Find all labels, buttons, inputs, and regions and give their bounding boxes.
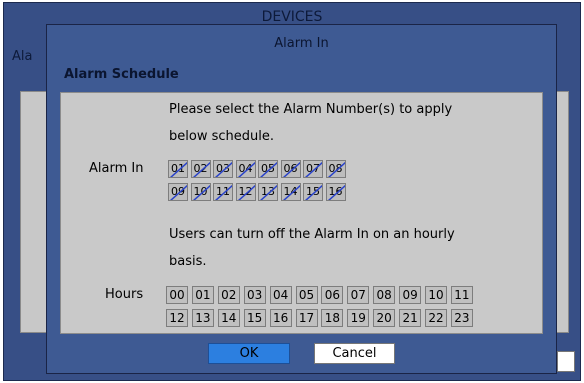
- hourly-line-2: basis.: [169, 254, 207, 269]
- alarm-checkbox[interactable]: 09: [168, 183, 188, 201]
- slash-icon: [304, 184, 322, 200]
- slash-icon: [237, 161, 255, 177]
- alarm-checkbox[interactable]: 15: [303, 183, 323, 201]
- hour-toggle[interactable]: 02: [217, 286, 240, 304]
- hour-toggle[interactable]: 01: [191, 286, 214, 304]
- instruction-line-2: below schedule.: [169, 129, 274, 144]
- hour-toggle[interactable]: 21: [399, 309, 422, 327]
- alarm-checkbox[interactable]: 03: [213, 160, 233, 178]
- alarm-in-dialog: Alarm In Alarm Schedule Please select th…: [46, 24, 557, 374]
- hour-toggle[interactable]: 10: [425, 286, 447, 304]
- slash-icon: [304, 161, 322, 177]
- slash-icon: [282, 184, 300, 200]
- hour-toggle[interactable]: 12: [166, 309, 188, 327]
- slash-icon: [169, 184, 187, 200]
- slash-icon: [259, 161, 277, 177]
- slash-icon: [192, 161, 210, 177]
- dialog-title: Alarm In: [274, 36, 329, 51]
- hour-toggle[interactable]: 15: [243, 309, 266, 327]
- hour-toggle[interactable]: 20: [373, 309, 396, 327]
- slash-icon: [214, 184, 232, 200]
- hour-toggle[interactable]: 07: [347, 286, 370, 304]
- hour-toggle[interactable]: 06: [321, 286, 344, 304]
- slash-icon: [259, 184, 277, 200]
- hour-toggle[interactable]: 00: [166, 286, 188, 304]
- cancel-button[interactable]: Cancel: [314, 343, 395, 364]
- slash-icon: [282, 161, 300, 177]
- hour-toggle[interactable]: 05: [295, 286, 318, 304]
- alarm-checkbox[interactable]: 06: [280, 160, 301, 178]
- hours-label: Hours: [105, 287, 144, 302]
- slash-icon: [237, 184, 255, 200]
- alarm-checkbox[interactable]: 07: [303, 160, 323, 178]
- background-title: DEVICES: [261, 9, 323, 25]
- alarm-checkbox[interactable]: 02: [190, 160, 211, 178]
- hour-toggle[interactable]: 17: [295, 309, 318, 327]
- hour-toggle[interactable]: 23: [450, 309, 473, 327]
- hour-toggle[interactable]: 04: [269, 286, 292, 304]
- hour-toggle[interactable]: 13: [191, 309, 214, 327]
- alarm-checkbox[interactable]: 12: [235, 183, 256, 201]
- hour-toggle[interactable]: 11: [450, 286, 473, 304]
- hour-toggle[interactable]: 08: [373, 286, 396, 304]
- ok-button[interactable]: OK: [208, 343, 290, 364]
- alarm-in-label: Alarm In: [89, 161, 144, 176]
- hour-toggle[interactable]: 14: [217, 309, 240, 327]
- background-left-label: Ala: [12, 49, 33, 64]
- slash-icon: [327, 184, 345, 200]
- hourly-line-1: Users can turn off the Alarm In on an ho…: [169, 227, 455, 242]
- alarm-checkbox[interactable]: 14: [280, 183, 301, 201]
- alarm-checkbox[interactable]: 13: [258, 183, 278, 201]
- slash-icon: [192, 184, 210, 200]
- schedule-panel: Please select the Alarm Number(s) to app…: [60, 92, 543, 334]
- hour-toggle[interactable]: 18: [321, 309, 344, 327]
- hour-toggle[interactable]: 16: [269, 309, 292, 327]
- slash-icon: [214, 161, 232, 177]
- alarm-checkbox[interactable]: 01: [168, 160, 188, 178]
- slash-icon: [169, 161, 187, 177]
- slash-icon: [327, 161, 345, 177]
- alarm-checkbox[interactable]: 10: [190, 183, 211, 201]
- alarm-checkbox[interactable]: 05: [258, 160, 278, 178]
- section-title: Alarm Schedule: [64, 67, 179, 82]
- hour-toggle[interactable]: 03: [243, 286, 266, 304]
- alarm-checkbox[interactable]: 11: [213, 183, 233, 201]
- instruction-line-1: Please select the Alarm Number(s) to app…: [169, 102, 453, 117]
- alarm-checkbox[interactable]: 16: [325, 183, 346, 201]
- background-button[interactable]: [557, 351, 575, 372]
- alarm-checkbox[interactable]: 08: [325, 160, 346, 178]
- hour-toggle[interactable]: 09: [399, 286, 422, 304]
- alarm-checkbox[interactable]: 04: [235, 160, 256, 178]
- hour-toggle[interactable]: 22: [425, 309, 447, 327]
- hour-toggle[interactable]: 19: [347, 309, 370, 327]
